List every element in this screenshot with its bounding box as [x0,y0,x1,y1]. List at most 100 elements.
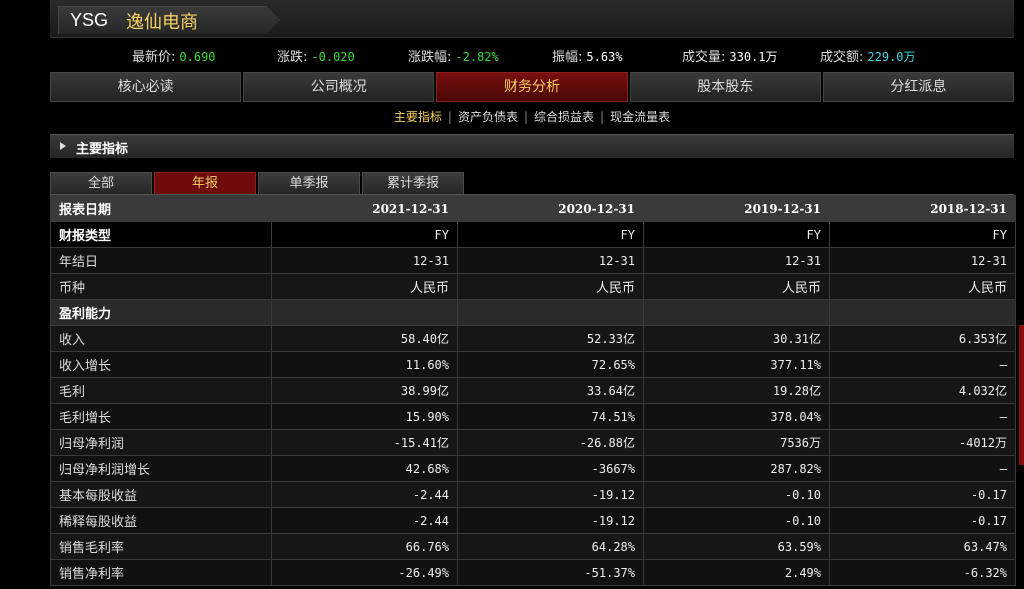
table-cell: 63.47% [829,533,1016,560]
nav-financial-analysis[interactable]: 财务分析 [436,72,628,102]
table-row: 稀释每股收益 -2.44 -19.12 -0.10 -0.17 [50,507,1016,534]
table-cell: — [829,403,1016,430]
report-tabs: 全部 年报 单季报 累计季报 [50,172,466,194]
row-label: 财报类型 [50,221,272,248]
tab-all[interactable]: 全部 [50,172,152,194]
table-cell: FY [643,221,830,248]
table-cell: 11.60% [271,351,458,378]
quote-change: 涨跌: -0.020 [277,50,355,65]
table-row: 币种 人民币 人民币 人民币 人民币 [50,273,1016,300]
table-row: 销售净利率 -26.49% -51.37% 2.49% -6.32% [50,559,1016,586]
table-row: 归母净利润 -15.41亿 -26.88亿 7536万 -4012万 [50,429,1016,456]
table-row: 基本每股收益 -2.44 -19.12 -0.10 -0.17 [50,481,1016,508]
row-label: 毛利 [50,377,272,404]
row-label: 毛利增长 [50,403,272,430]
quote-turnover: 成交额: 229.0万 [820,50,916,65]
stock-name: 逸仙电商 [126,12,198,33]
table-cell: 7536万 [643,429,830,456]
table-cell: — [829,351,1016,378]
table-cell: 4.032亿 [829,377,1016,404]
table-cell: 15.90% [271,403,458,430]
header-cell: 2018-12-31 [829,195,1016,222]
quote-change-pct: 涨跌幅: -2.82% [408,50,499,65]
table-row: 财报类型 FY FY FY FY [50,221,1016,248]
table-cell [271,299,458,326]
row-label: 收入 [50,325,272,352]
table-cell: -0.10 [643,507,830,534]
table-cell [457,299,644,326]
table-cell: 74.51% [457,403,644,430]
table-cell: 人民币 [643,273,830,300]
table-cell: -19.12 [457,507,644,534]
row-label: 稀释每股收益 [50,507,272,534]
table-cell: 人民币 [829,273,1016,300]
table-cell: FY [829,221,1016,248]
table-cell: 12-31 [829,247,1016,274]
quote-last-price: 最新价: 0.690 [132,50,216,65]
table-cell: 12-31 [271,247,458,274]
tab-annual[interactable]: 年报 [154,172,256,194]
table-cell: 66.76% [271,533,458,560]
table-cell: 63.59% [643,533,830,560]
financial-table: 报表日期 2021-12-31 2020-12-31 2019-12-31 20… [50,195,1016,586]
stock-code: YSG [70,10,109,30]
section-header[interactable]: 主要指标 [50,134,1014,158]
row-label: 销售毛利率 [50,533,272,560]
table-cell: 12-31 [457,247,644,274]
table-cell: -15.41亿 [271,429,458,456]
table-cell [643,299,830,326]
subnav-key-indicators[interactable]: 主要指标 [394,110,442,124]
header-cell: 2019-12-31 [643,195,830,222]
table-cell: -2.44 [271,507,458,534]
table-cell: 52.33亿 [457,325,644,352]
header-cell: 2020-12-31 [457,195,644,222]
tab-single-quarter[interactable]: 单季报 [258,172,360,194]
table-header-row: 报表日期 2021-12-31 2020-12-31 2019-12-31 20… [50,195,1016,222]
main-nav: 核心必读 公司概况 财务分析 股本股东 分红派息 [50,72,1015,102]
table-cell: -0.17 [829,507,1016,534]
table-cell: 287.82% [643,455,830,482]
table-row: 收入 58.40亿 52.33亿 30.31亿 6.353亿 [50,325,1016,352]
section-title: 主要指标 [76,142,129,157]
subnav-cash-flow[interactable]: 现金流量表 [610,110,670,124]
table-cell: 64.28% [457,533,644,560]
separator: | [600,110,605,124]
table-row: 年结日 12-31 12-31 12-31 12-31 [50,247,1016,274]
table-cell: 2.49% [643,559,830,586]
row-label: 归母净利润增长 [50,455,272,482]
quote-bar: 最新价: 0.690 涨跌: -0.020 涨跌幅: -2.82% 振幅: 5.63% … [50,38,1014,70]
row-label: 币种 [50,273,272,300]
table-cell: -6.32% [829,559,1016,586]
sub-nav: 主要指标 | 资产负债表 | 综合损益表 | 现金流量表 [50,108,1014,126]
table-cell: FY [271,221,458,248]
row-label: 收入增长 [50,351,272,378]
tab-cumulative-quarter[interactable]: 累计季报 [362,172,464,194]
table-cell: 378.04% [643,403,830,430]
table-cell: -4012万 [829,429,1016,456]
table-row: 归母净利润增长 42.68% -3667% 287.82% — [50,455,1016,482]
nav-dividends[interactable]: 分红派息 [822,72,1015,102]
table-cell: -0.10 [643,481,830,508]
table-cell: 12-31 [643,247,830,274]
table-cell: -0.17 [829,481,1016,508]
quote-amplitude: 振幅: 5.63% [552,50,623,65]
table-cell: -3667% [457,455,644,482]
scrollbar-thumb[interactable] [1019,325,1024,465]
row-label: 归母净利润 [50,429,272,456]
table-cell: 72.65% [457,351,644,378]
table-group-row: 盈利能力 [50,299,1016,326]
quote-volume: 成交量: 330.1万 [682,50,778,65]
table-cell: -26.49% [271,559,458,586]
nav-core-reading[interactable]: 核心必读 [50,72,242,102]
table-cell: -26.88亿 [457,429,644,456]
table-row: 毛利 38.99亿 33.64亿 19.28亿 4.032亿 [50,377,1016,404]
subnav-income-statement[interactable]: 综合损益表 [534,110,594,124]
separator: | [523,110,529,124]
nav-company-profile[interactable]: 公司概况 [243,72,435,102]
table-cell: 58.40亿 [271,325,458,352]
nav-shareholders[interactable]: 股本股东 [629,72,821,102]
subnav-balance-sheet[interactable]: 资产负债表 [458,110,518,124]
triangle-right-icon [60,142,66,150]
row-label: 年结日 [50,247,272,274]
table-cell: 人民币 [457,273,644,300]
